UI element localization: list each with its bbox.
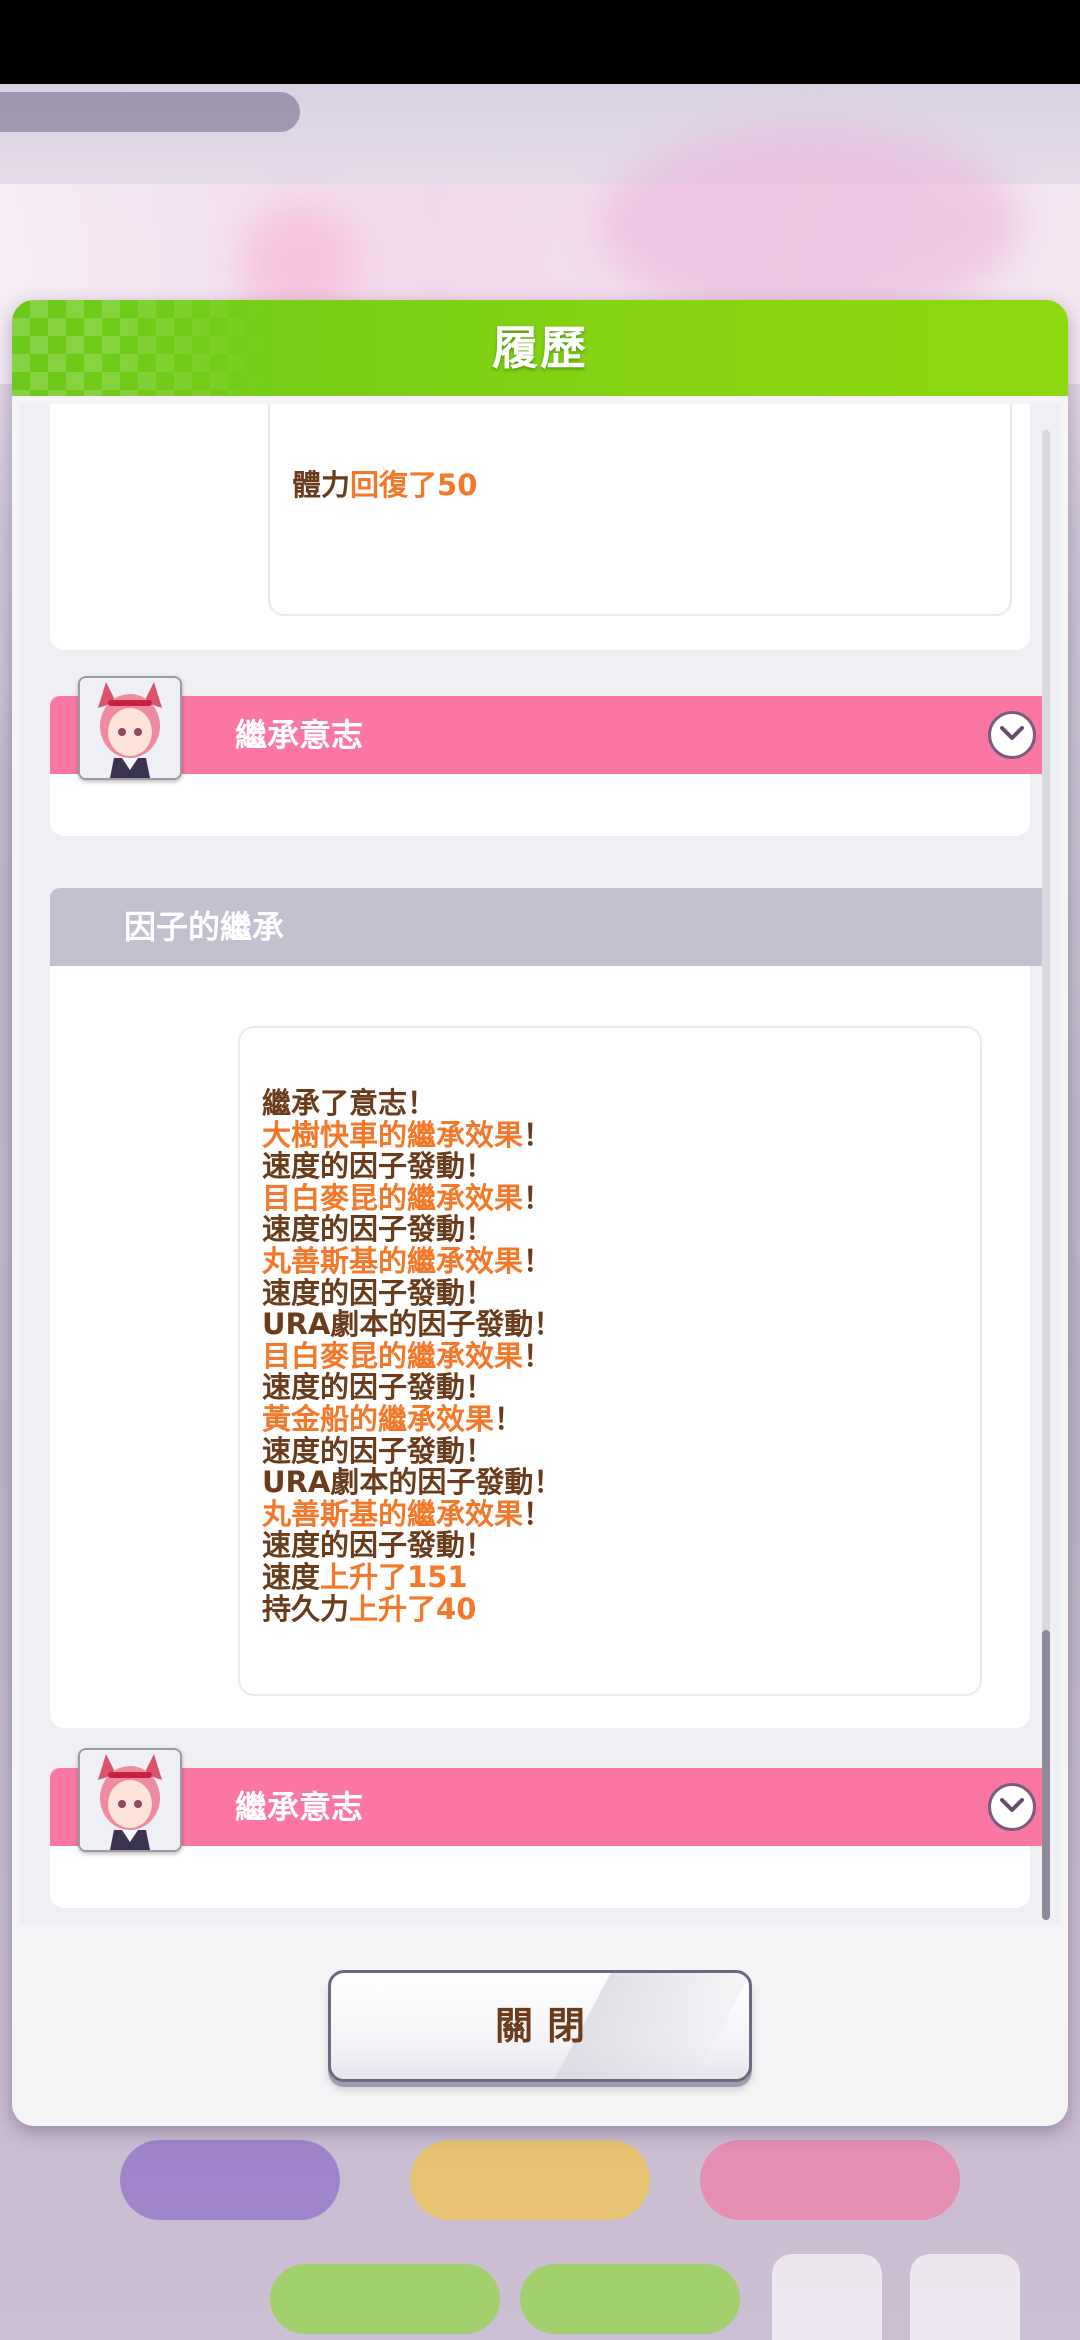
chevron-down-icon[interactable]: [988, 711, 1036, 759]
history-scroll-area[interactable]: 體力回復了50 繼承意志 繼承了意志！ 大樹快車的繼承效果！ 速度的因子發動！ …: [20, 404, 1060, 1924]
log-line: 丸善斯基的繼承效果！: [262, 1243, 553, 1278]
close-button[interactable]: 關閉: [328, 1970, 752, 2082]
system-status-bar: [0, 0, 1080, 84]
log-line: URA劇本的因子發動！: [262, 1465, 563, 1500]
character-avatar: [78, 676, 182, 780]
factor-inherit-header: 因子的繼承: [50, 888, 1050, 966]
stamina-up-line: 持久力上升了40: [262, 1591, 477, 1626]
entry-text-box: 體力回復了50: [268, 404, 1012, 616]
log-line: 黃金船的繼承效果！: [262, 1401, 524, 1436]
log-line: 目白麥昆的繼承效果！: [262, 1338, 553, 1373]
inherit-header-2[interactable]: 繼承意志: [50, 1768, 1050, 1846]
log-line: 速度的因子發動！: [262, 1212, 495, 1247]
inherit-header-1[interactable]: 繼承意志: [50, 696, 1050, 774]
modal-title: 履歷: [492, 321, 588, 375]
log-line: 目白麥昆的繼承效果！: [262, 1180, 553, 1215]
log-line: 速度的因子發動！: [262, 1149, 495, 1184]
bg-log-button: [772, 2254, 882, 2340]
inherit-header-label: 繼承意志: [235, 1788, 364, 1826]
history-entry-card: 體力回復了50: [50, 404, 1030, 650]
bg-menu-button-3: [700, 2140, 960, 2220]
bg-menu-button-2: [410, 2140, 650, 2220]
factor-log-list: 繼承了意志！ 大樹快車的繼承效果！ 速度的因子發動！ 目白麥昆的繼承效果！ 速度…: [262, 1086, 563, 1626]
factor-text-box: 繼承了意志！ 大樹快車的繼承效果！ 速度的因子發動！ 目白麥昆的繼承效果！ 速度…: [238, 1026, 982, 1696]
speed-up-line: 速度上升了151: [262, 1559, 468, 1594]
factor-inherit-card: 繼承了意志！ 大樹快車的繼承效果！ 速度的因子發動！ 目白麥昆的繼承效果！ 速度…: [50, 888, 1030, 1728]
stamina-log-line: 體力回復了50: [292, 468, 478, 502]
modal-header: 履歷: [12, 300, 1068, 396]
log-line: URA劇本的因子發動！: [262, 1307, 563, 1342]
log-line: 速度的因子發動！: [262, 1433, 495, 1468]
scrollbar-thumb[interactable]: [1042, 1630, 1050, 1920]
factor-inherit-label: 因子的繼承: [124, 908, 285, 946]
bg-skip-button: [270, 2264, 500, 2334]
inherit-header-label: 繼承意志: [235, 716, 364, 754]
log-line: 速度的因子發動！: [262, 1275, 495, 1310]
bg-menu-icon-button: [910, 2254, 1020, 2340]
log-line: 大樹快車的繼承效果！: [262, 1117, 553, 1152]
bg-header-strip: [0, 92, 300, 132]
history-modal: 履歷 體力回復了50 繼承意志 繼承了意志！ 大樹快車的繼承效果！ 速度的因子發…: [12, 300, 1068, 2126]
chevron-down-icon[interactable]: [988, 1783, 1036, 1831]
log-line: 速度的因子發動！: [262, 1370, 495, 1405]
log-line: 速度的因子發動！: [262, 1528, 495, 1563]
bg-auto-button: [520, 2264, 740, 2334]
character-avatar: [78, 1748, 182, 1852]
bg-menu-button-1: [120, 2140, 340, 2220]
close-button-label: 關閉: [494, 2004, 599, 2048]
log-line: 繼承了意志！: [262, 1086, 437, 1120]
log-line: 丸善斯基的繼承效果！: [262, 1496, 553, 1531]
